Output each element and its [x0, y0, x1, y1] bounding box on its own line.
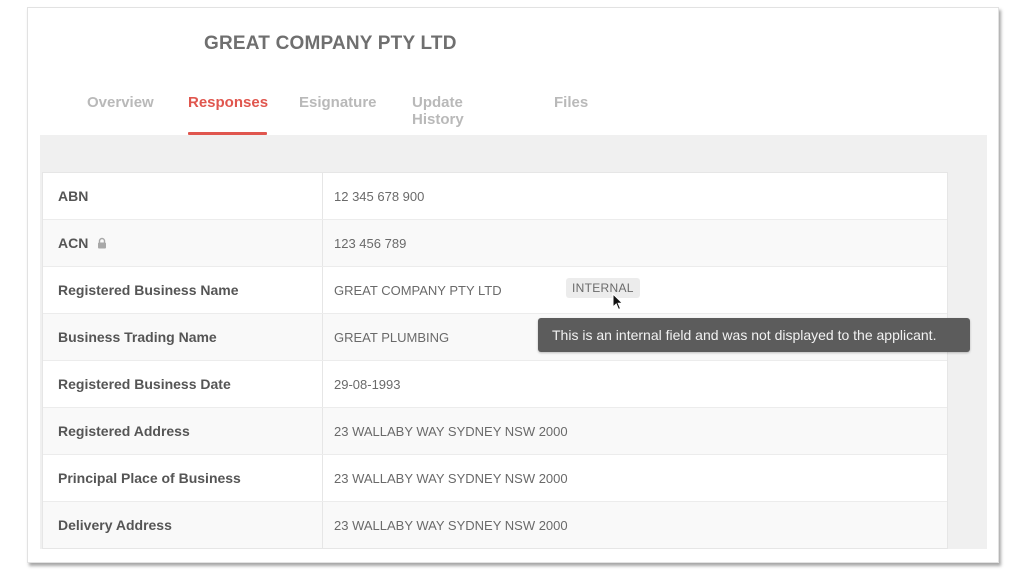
- tab-esignature[interactable]: Esignature: [299, 94, 377, 111]
- tab-overview[interactable]: Overview: [87, 94, 154, 111]
- field-value: 123 456 789: [334, 235, 407, 251]
- field-label: Registered Address: [43, 408, 323, 454]
- field-value-cell: GREAT COMPANY PTY LTD INTERNAL: [323, 267, 947, 313]
- lock-icon: [98, 237, 107, 249]
- company-title: GREAT COMPANY PTY LTD: [204, 33, 457, 54]
- field-label: Business Trading Name: [43, 314, 323, 360]
- field-label: Delivery Address: [43, 502, 323, 548]
- field-value: 23 WALLABY WAY SYDNEY NSW 2000: [334, 517, 568, 533]
- internal-field-tooltip: This is an internal field and was not di…: [538, 318, 970, 352]
- tab-responses[interactable]: Responses: [188, 94, 268, 111]
- tab-update-history[interactable]: Update History: [412, 94, 464, 128]
- field-value: 12 345 678 900: [334, 188, 425, 204]
- responses-table: ABN 12 345 678 900 ACN 123 456 789 Regis…: [42, 172, 948, 549]
- table-row: Registered Address 23 WALLABY WAY SYDNEY…: [43, 407, 947, 454]
- field-label: ACN: [58, 235, 89, 251]
- field-label: ABN: [43, 173, 323, 219]
- table-row: ACN 123 456 789: [43, 219, 947, 266]
- table-row: Registered Business Name GREAT COMPANY P…: [43, 266, 947, 313]
- field-label-cell: ACN: [43, 220, 323, 266]
- field-label: Registered Business Name: [43, 267, 323, 313]
- field-value: 29-08-1993: [334, 376, 401, 392]
- table-row: Delivery Address 23 WALLABY WAY SYDNEY N…: [43, 501, 947, 548]
- tab-files[interactable]: Files: [554, 94, 588, 111]
- table-row: ABN 12 345 678 900: [43, 173, 947, 219]
- field-value: 23 WALLABY WAY SYDNEY NSW 2000: [334, 470, 568, 486]
- field-value: 23 WALLABY WAY SYDNEY NSW 2000: [334, 423, 568, 439]
- field-value: GREAT COMPANY PTY LTD: [334, 282, 502, 298]
- table-row: Registered Business Date 29-08-1993: [43, 360, 947, 407]
- field-label: Registered Business Date: [43, 361, 323, 407]
- field-label: Principal Place of Business: [43, 455, 323, 501]
- mouse-cursor-icon: [612, 293, 624, 311]
- internal-badge[interactable]: INTERNAL: [566, 278, 640, 298]
- table-row: Principal Place of Business 23 WALLABY W…: [43, 454, 947, 501]
